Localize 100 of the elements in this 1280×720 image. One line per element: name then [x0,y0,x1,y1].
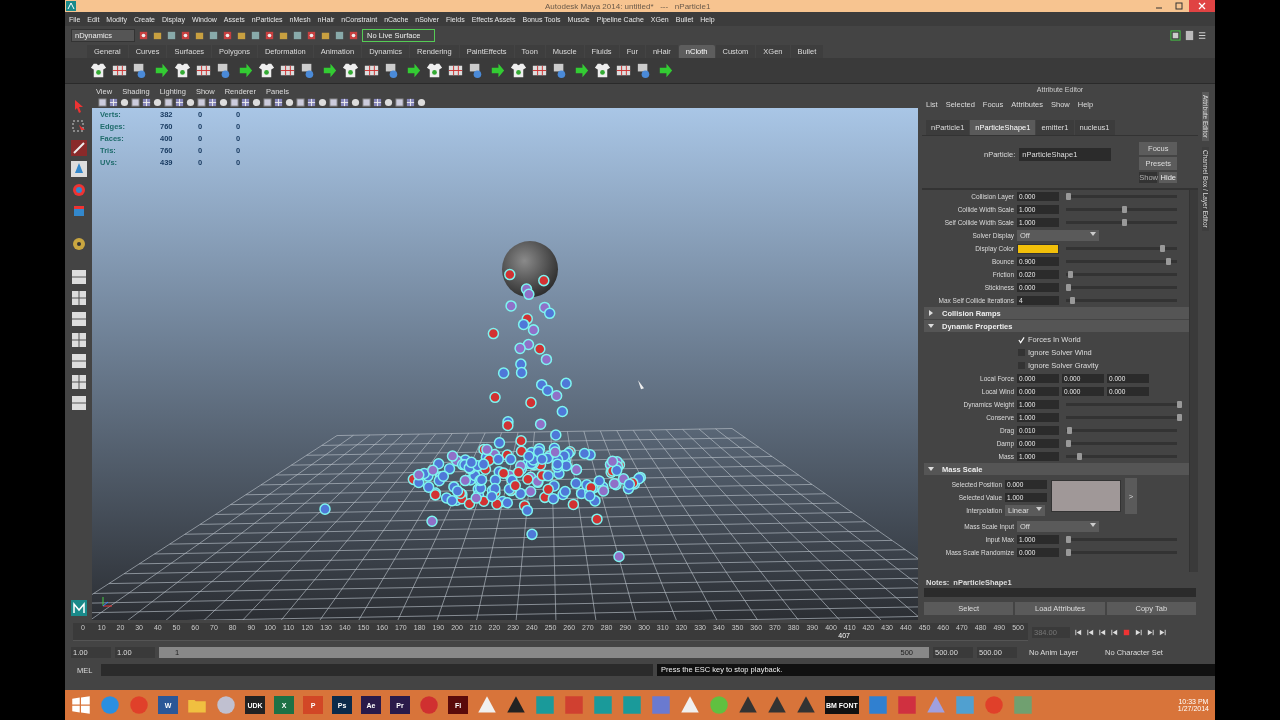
tool-icon[interactable] [180,29,191,41]
grid-icon[interactable] [274,97,283,107]
disclosure-icon[interactable] [928,466,934,472]
step-icon[interactable] [1134,627,1143,637]
step-icon[interactable] [1158,627,1167,637]
cube-icon[interactable] [230,97,239,107]
layout-icon[interactable] [70,269,87,285]
grid-icon[interactable] [406,97,415,107]
app-icon[interactable] [767,695,787,715]
sphere-icon[interactable] [351,97,360,107]
slider-thumb[interactable] [1067,427,1073,434]
cube-icon[interactable] [197,97,206,107]
sphere-icon[interactable] [153,97,162,107]
color-swatch[interactable] [1017,243,1059,254]
slider-thumb[interactable] [1066,440,1071,447]
sphere-icon[interactable] [318,97,327,107]
tool-icon[interactable] [222,29,233,41]
shirt-icon[interactable] [89,61,108,80]
sphere-icon[interactable] [219,97,228,107]
slider-track[interactable] [1066,414,1182,421]
slider-thumb[interactable] [1165,258,1171,265]
tool-icon[interactable] [292,29,303,41]
gear-icon[interactable] [70,236,87,252]
slider-thumb[interactable] [1077,453,1083,460]
sphere-icon[interactable] [186,97,195,107]
panel-toggle-icon[interactable] [1184,29,1195,41]
grid-icon[interactable] [142,97,151,107]
tool-icon[interactable] [306,29,317,41]
cube-icon[interactable] [131,97,140,107]
slider-thumb[interactable] [1066,549,1071,556]
lasso-icon[interactable] [70,119,87,135]
checkbox[interactable] [1018,336,1025,343]
disclosure-icon[interactable] [928,310,934,316]
layout-icon[interactable] [70,395,87,411]
sphere-icon[interactable] [285,97,294,107]
slider-thumb[interactable] [1066,284,1071,291]
shirt-icon[interactable] [425,61,444,80]
windows-logo-icon[interactable] [71,695,91,715]
layout-icon[interactable] [70,353,87,369]
brush-icon[interactable] [70,140,87,156]
grid-icon[interactable] [340,97,349,107]
grid-icon[interactable] [175,97,184,107]
shirt-icon[interactable] [341,61,360,80]
step-icon[interactable] [1074,627,1083,637]
shirt-icon[interactable] [509,61,528,80]
caret-icon[interactable] [1036,506,1042,512]
app-icon[interactable] [796,695,816,715]
move-icon[interactable] [70,161,87,177]
grid-icon[interactable] [109,97,118,107]
step-icon[interactable] [1086,627,1095,637]
scrollbar[interactable] [1189,190,1198,572]
layout-icon[interactable] [70,290,87,306]
panel-toggle-icon[interactable] [1170,29,1181,41]
slider-thumb[interactable] [1121,219,1127,226]
layout-icon[interactable] [70,332,87,348]
cube-icon[interactable] [296,97,305,107]
shirt-icon[interactable] [257,61,276,80]
cube-icon[interactable] [263,97,272,107]
tool-icon[interactable] [166,29,177,41]
app-icon[interactable] [738,695,758,715]
app-icon[interactable] [506,695,526,715]
tool-icon[interactable] [334,29,345,41]
slider-thumb[interactable] [1160,245,1166,252]
rotate-icon[interactable] [70,182,87,198]
slider-thumb[interactable] [1066,193,1071,200]
sphere-icon[interactable] [252,97,261,107]
sphere-icon[interactable] [417,97,426,107]
cube-icon[interactable] [362,97,371,107]
slider-thumb[interactable] [1066,536,1071,543]
tool-icon[interactable] [138,29,149,41]
slider-track[interactable] [1066,401,1182,408]
play-back-icon[interactable] [1110,627,1119,637]
slider-thumb[interactable] [1121,206,1127,213]
sphere-icon[interactable] [120,97,129,107]
app-icon[interactable] [477,695,497,715]
close-icon[interactable] [1189,0,1215,12]
sphere-icon[interactable] [384,97,393,107]
grid-icon[interactable] [241,97,250,107]
slider-thumb[interactable] [1070,297,1076,304]
caret-icon[interactable] [1090,231,1096,237]
step-icon[interactable] [1098,627,1107,637]
tool-icon[interactable] [264,29,275,41]
step-icon[interactable] [1146,627,1155,637]
grid-icon[interactable] [208,97,217,107]
grid-icon[interactable] [307,97,316,107]
tool-icon[interactable] [348,29,359,41]
cube-icon[interactable] [98,97,107,107]
ramp-graph[interactable] [1051,480,1121,512]
slider-thumb[interactable] [1068,271,1074,278]
tool-icon[interactable] [208,29,219,41]
shirt-icon[interactable] [173,61,192,80]
caret-icon[interactable] [1090,522,1096,528]
slider-thumb[interactable] [1177,401,1182,408]
shirt-icon[interactable] [593,61,612,80]
cube-icon[interactable] [329,97,338,107]
grid-icon[interactable] [373,97,382,107]
tool-icon[interactable] [250,29,261,41]
disclosure-icon[interactable] [928,323,934,329]
cube-icon[interactable] [164,97,173,107]
app-icon[interactable] [680,695,700,715]
